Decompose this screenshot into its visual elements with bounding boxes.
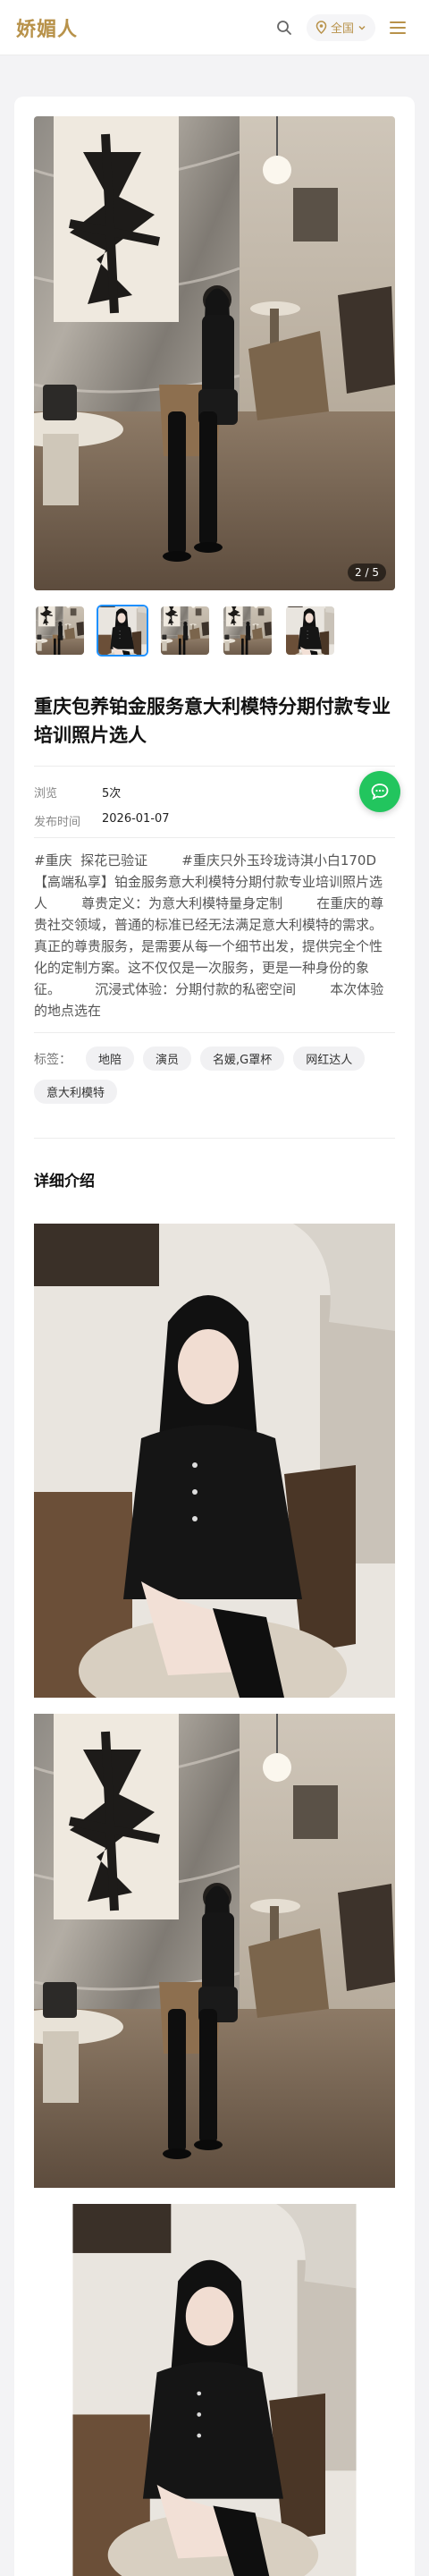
chat-button[interactable] — [359, 771, 400, 812]
post-card: 2 / 5 重庆包养铂金服务意大利模特分期付款专业培训照片选人 浏览 5次 发布… — [14, 97, 415, 2576]
thumbnail-strip — [34, 605, 336, 657]
gallery-thumbnail[interactable] — [34, 605, 86, 657]
divider — [34, 1138, 395, 1139]
meta-row-publish-date: 发布时间 2026-01-07 — [34, 812, 170, 829]
tag-chip[interactable]: 名媛,G罩杯 — [200, 1046, 285, 1071]
meta-row-views: 浏览 5次 — [34, 784, 121, 801]
region-label: 全国 — [330, 22, 354, 36]
meta-value: 5次 — [102, 787, 122, 801]
post-description: #重庆 探花已验证 #重庆只外玉玲珑诗淇小白170D 【高端私享】铂金服务意大利… — [34, 852, 411, 1019]
chat-icon — [371, 784, 389, 801]
site-logo[interactable]: 娇媚人 — [16, 13, 78, 42]
detail-photo[interactable] — [34, 1224, 395, 1698]
tags-label: 标签： — [34, 1052, 72, 1067]
divider — [34, 1032, 395, 1033]
main-gallery-image[interactable]: 2 / 5 — [34, 116, 395, 590]
detail-photo[interactable] — [34, 1714, 395, 2188]
detail-section-title: 详细介绍 — [34, 1173, 95, 1191]
chevron-down-icon — [358, 25, 366, 30]
meta-value: 2026-01-07 — [102, 812, 170, 826]
tag-chip[interactable]: 演员 — [143, 1046, 192, 1071]
divider — [34, 766, 395, 767]
tag-chip[interactable]: 网红达人 — [293, 1046, 366, 1071]
gallery-counter: 2 / 5 — [348, 564, 386, 581]
tag-chip[interactable]: 意大利模特 — [34, 1080, 118, 1104]
menu-icon[interactable] — [383, 13, 413, 43]
gallery-thumbnail[interactable] — [222, 605, 273, 657]
gallery-thumbnail[interactable] — [159, 605, 211, 657]
tag-list: 标签： 地陪 演员 名媛,G罩杯 网红达人 意大利模特 — [34, 1046, 395, 1104]
divider — [34, 837, 395, 838]
meta-key: 发布时间 — [34, 816, 81, 829]
post-title: 重庆包养铂金服务意大利模特分期付款专业培训照片选人 — [34, 696, 391, 746]
detail-photo[interactable] — [34, 2204, 395, 2576]
location-pin-icon — [315, 21, 327, 34]
meta-key: 浏览 — [34, 787, 58, 801]
region-selector[interactable]: 全国 — [306, 13, 375, 41]
gallery-thumbnail-active[interactable] — [97, 605, 148, 657]
top-navigation-bar: 娇媚人 全国 — [0, 0, 429, 55]
search-icon[interactable] — [269, 13, 299, 43]
tag-chip[interactable]: 地陪 — [86, 1046, 135, 1071]
gallery-thumbnail[interactable] — [284, 605, 336, 657]
